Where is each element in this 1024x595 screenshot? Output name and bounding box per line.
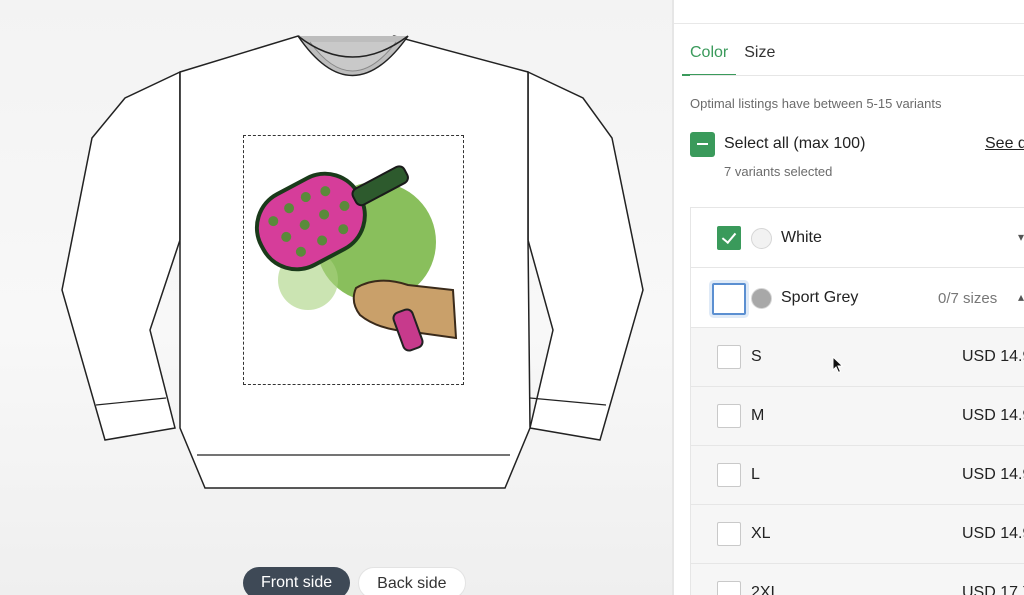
variant-list: White ▾ Sport Grey 0/7 sizes ▴ S USD 14.… <box>690 207 1024 595</box>
sport-grey-swatch <box>751 288 772 309</box>
size-row-xl[interactable]: XL USD 14.9 <box>691 505 1024 564</box>
variants-panel: Color Size Optimal listings have between… <box>674 0 1024 595</box>
pickleball-paddle-design[interactable] <box>248 160 460 360</box>
size-xl-checkbox[interactable] <box>717 522 741 546</box>
sport-grey-checkbox[interactable] <box>712 283 746 315</box>
color-name-sport-grey: Sport Grey <box>781 289 859 306</box>
chevron-up-icon[interactable]: ▴ <box>1018 290 1024 304</box>
size-price: USD 14.9 <box>962 407 1024 424</box>
panel-top-divider <box>674 23 1024 24</box>
tab-size[interactable]: Size <box>744 44 775 76</box>
size-name: L <box>751 466 760 483</box>
size-row-l[interactable]: L USD 14.9 <box>691 446 1024 505</box>
see-details-link[interactable]: See d <box>985 135 1024 153</box>
size-2xl-checkbox[interactable] <box>717 581 741 595</box>
selected-count: 7 variants selected <box>724 164 833 179</box>
select-all-checkbox[interactable] <box>690 132 715 157</box>
chevron-down-icon[interactable]: ▾ <box>1018 230 1024 244</box>
color-row-white[interactable]: White ▾ <box>691 208 1024 268</box>
size-row-m[interactable]: M USD 14.9 <box>691 387 1024 446</box>
size-price: USD 14.9 <box>962 348 1024 365</box>
front-side-button[interactable]: Front side <box>243 567 351 595</box>
color-name-white: White <box>781 229 822 246</box>
product-preview: Front side Back side <box>0 0 672 595</box>
mouse-cursor-icon <box>832 356 844 374</box>
size-price: USD 17.7 <box>962 584 1024 595</box>
size-price: USD 14.9 <box>962 466 1024 483</box>
size-name: XL <box>751 525 771 542</box>
select-all-label[interactable]: Select all (max 100) <box>724 135 865 153</box>
white-swatch <box>751 228 772 249</box>
side-toggle: Front side Back side <box>243 567 466 595</box>
variants-hint: Optimal listings have between 5-15 varia… <box>690 96 942 111</box>
size-name: 2XL <box>751 584 780 595</box>
size-name: S <box>751 348 762 365</box>
size-s-checkbox[interactable] <box>717 345 741 369</box>
sizes-count: 0/7 sizes <box>938 290 998 307</box>
white-checkbox[interactable] <box>717 226 741 250</box>
tab-color[interactable]: Color <box>682 44 737 76</box>
back-side-button[interactable]: Back side <box>358 567 466 595</box>
tabs-divider <box>690 75 1024 76</box>
size-row-s[interactable]: S USD 14.9 <box>691 328 1024 387</box>
color-row-sport-grey[interactable]: Sport Grey 0/7 sizes ▴ <box>691 268 1024 328</box>
size-m-checkbox[interactable] <box>717 404 741 428</box>
size-name: M <box>751 407 765 424</box>
variant-tabs: Color Size <box>682 44 783 76</box>
size-price: USD 14.9 <box>962 525 1024 542</box>
size-l-checkbox[interactable] <box>717 463 741 487</box>
size-row-2xl[interactable]: 2XL USD 17.7 <box>691 564 1024 595</box>
